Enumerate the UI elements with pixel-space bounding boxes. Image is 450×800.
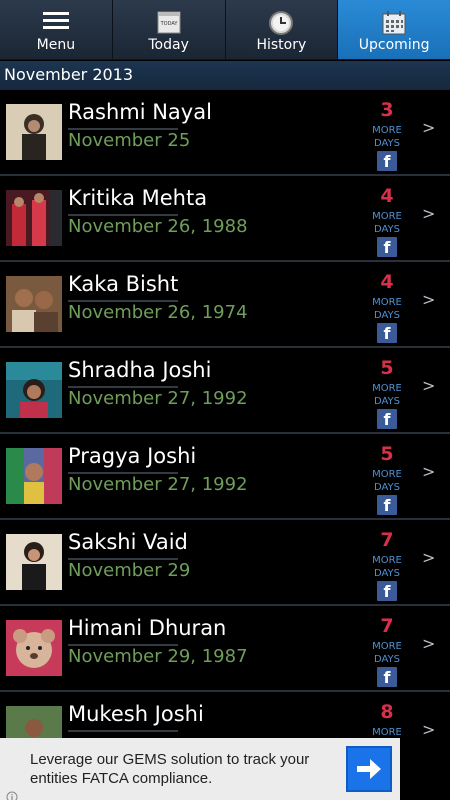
today-icon-text: TODAY bbox=[159, 21, 178, 27]
facebook-icon[interactable]: f bbox=[377, 667, 397, 687]
ad-text: Leverage our GEMS solution to track your… bbox=[30, 751, 310, 787]
info-icon[interactable] bbox=[6, 788, 18, 800]
list-item[interactable]: Kaka Bisht November 26, 1974 4 MORE DAYS … bbox=[0, 262, 450, 348]
ad-arrow-button[interactable] bbox=[346, 746, 392, 792]
facebook-icon[interactable]: f bbox=[377, 581, 397, 601]
chevron-right-icon: > bbox=[422, 720, 436, 738]
list-item[interactable]: Shradha Joshi November 27, 1992 5 MORE DA… bbox=[0, 348, 450, 434]
tab-menu-label: Menu bbox=[36, 37, 76, 53]
days-remaining: 5 bbox=[380, 357, 394, 379]
hamburger-icon bbox=[42, 10, 70, 36]
list-item[interactable]: Pragya Joshi November 27, 1992 5 MORE DAY… bbox=[0, 434, 450, 520]
list-item[interactable]: Kritika Mehta November 26, 1988 4 MORE DA… bbox=[0, 176, 450, 262]
list-item[interactable]: Rashmi Nayal November 25 3 MORE DAYS f > bbox=[0, 90, 450, 176]
more-days-label: MOREDAYS bbox=[372, 469, 402, 493]
chevron-right-icon: > bbox=[422, 462, 436, 481]
chevron-right-icon: > bbox=[422, 204, 436, 223]
avatar bbox=[6, 190, 62, 246]
more-days-label: MOREDAYS bbox=[372, 297, 402, 321]
more-days-label: MOREDAYS bbox=[372, 555, 402, 579]
tab-upcoming[interactable]: Upcoming bbox=[338, 0, 450, 59]
birthday-date: November 27, 1992 bbox=[68, 474, 248, 495]
more-days-label: MOREDAYS bbox=[372, 211, 402, 235]
chevron-right-icon: > bbox=[422, 376, 436, 395]
upcoming-calendar-icon bbox=[381, 10, 407, 40]
avatar bbox=[6, 620, 62, 676]
avatar bbox=[6, 448, 62, 504]
facebook-icon[interactable]: f bbox=[377, 151, 397, 171]
days-remaining: 5 bbox=[380, 443, 394, 465]
birthday-date: November 26, 1988 bbox=[68, 216, 248, 237]
tab-bar: Menu TODAY Today History Upcoming bbox=[0, 0, 450, 60]
contact-name: Mukesh Joshi bbox=[68, 702, 204, 726]
list-item[interactable]: Mukesh Joshi 8 MOREDAYS > bbox=[0, 692, 450, 738]
birthday-date: November 29, 1987 bbox=[68, 646, 248, 667]
days-remaining: 4 bbox=[380, 271, 394, 293]
birthday-date: November 25 bbox=[68, 130, 191, 151]
days-remaining: 4 bbox=[380, 185, 394, 207]
avatar bbox=[6, 706, 62, 738]
birthday-date: November 26, 1974 bbox=[68, 302, 248, 323]
birthday-list[interactable]: Rashmi Nayal November 25 3 MORE DAYS f > … bbox=[0, 90, 450, 738]
chevron-right-icon: > bbox=[422, 118, 436, 137]
list-item[interactable]: Sakshi Vaid November 29 7 MORE DAYS f > bbox=[0, 520, 450, 606]
birthday-date: November 29 bbox=[68, 560, 191, 581]
contact-name: Rashmi Nayal bbox=[68, 100, 212, 124]
days-remaining: 8 bbox=[380, 701, 394, 723]
avatar bbox=[6, 362, 62, 418]
month-header: November 2013 bbox=[0, 61, 450, 90]
name-underline bbox=[68, 730, 178, 732]
facebook-icon[interactable]: f bbox=[377, 495, 397, 515]
more-days-label: MOREDAYS bbox=[372, 125, 402, 149]
contact-name: Shradha Joshi bbox=[68, 358, 212, 382]
contact-name: Kritika Mehta bbox=[68, 186, 208, 210]
chevron-right-icon: > bbox=[422, 290, 436, 309]
tab-today-label: Today bbox=[148, 37, 189, 53]
contact-name: Pragya Joshi bbox=[68, 444, 197, 468]
facebook-icon[interactable]: f bbox=[377, 323, 397, 343]
days-remaining: 7 bbox=[380, 615, 394, 637]
avatar bbox=[6, 276, 62, 332]
chevron-right-icon: > bbox=[422, 634, 436, 653]
avatar bbox=[6, 534, 62, 590]
ad-side-panel bbox=[400, 738, 450, 800]
more-days-label: MOREDAYS bbox=[372, 383, 402, 407]
contact-name: Himani Dhuran bbox=[68, 616, 227, 640]
facebook-icon[interactable]: f bbox=[377, 237, 397, 257]
more-days-label: MOREDAYS bbox=[372, 727, 402, 738]
arrow-right-icon bbox=[357, 759, 381, 779]
days-remaining: 7 bbox=[380, 529, 394, 551]
avatar bbox=[6, 104, 62, 160]
facebook-icon[interactable]: f bbox=[377, 409, 397, 429]
chevron-right-icon: > bbox=[422, 548, 436, 567]
today-calendar-icon: TODAY bbox=[157, 10, 181, 38]
birthday-date: November 27, 1992 bbox=[68, 388, 248, 409]
contact-name: Sakshi Vaid bbox=[68, 530, 188, 554]
tab-menu[interactable]: Menu bbox=[0, 0, 113, 59]
history-clock-icon bbox=[268, 10, 294, 40]
days-remaining: 3 bbox=[380, 99, 394, 121]
tab-history[interactable]: History bbox=[226, 0, 339, 59]
more-days-label: MOREDAYS bbox=[372, 641, 402, 665]
list-item[interactable]: Himani Dhuran November 29, 1987 7 MORE DA… bbox=[0, 606, 450, 692]
tab-today[interactable]: TODAY Today bbox=[113, 0, 226, 59]
contact-name: Kaka Bisht bbox=[68, 272, 179, 296]
